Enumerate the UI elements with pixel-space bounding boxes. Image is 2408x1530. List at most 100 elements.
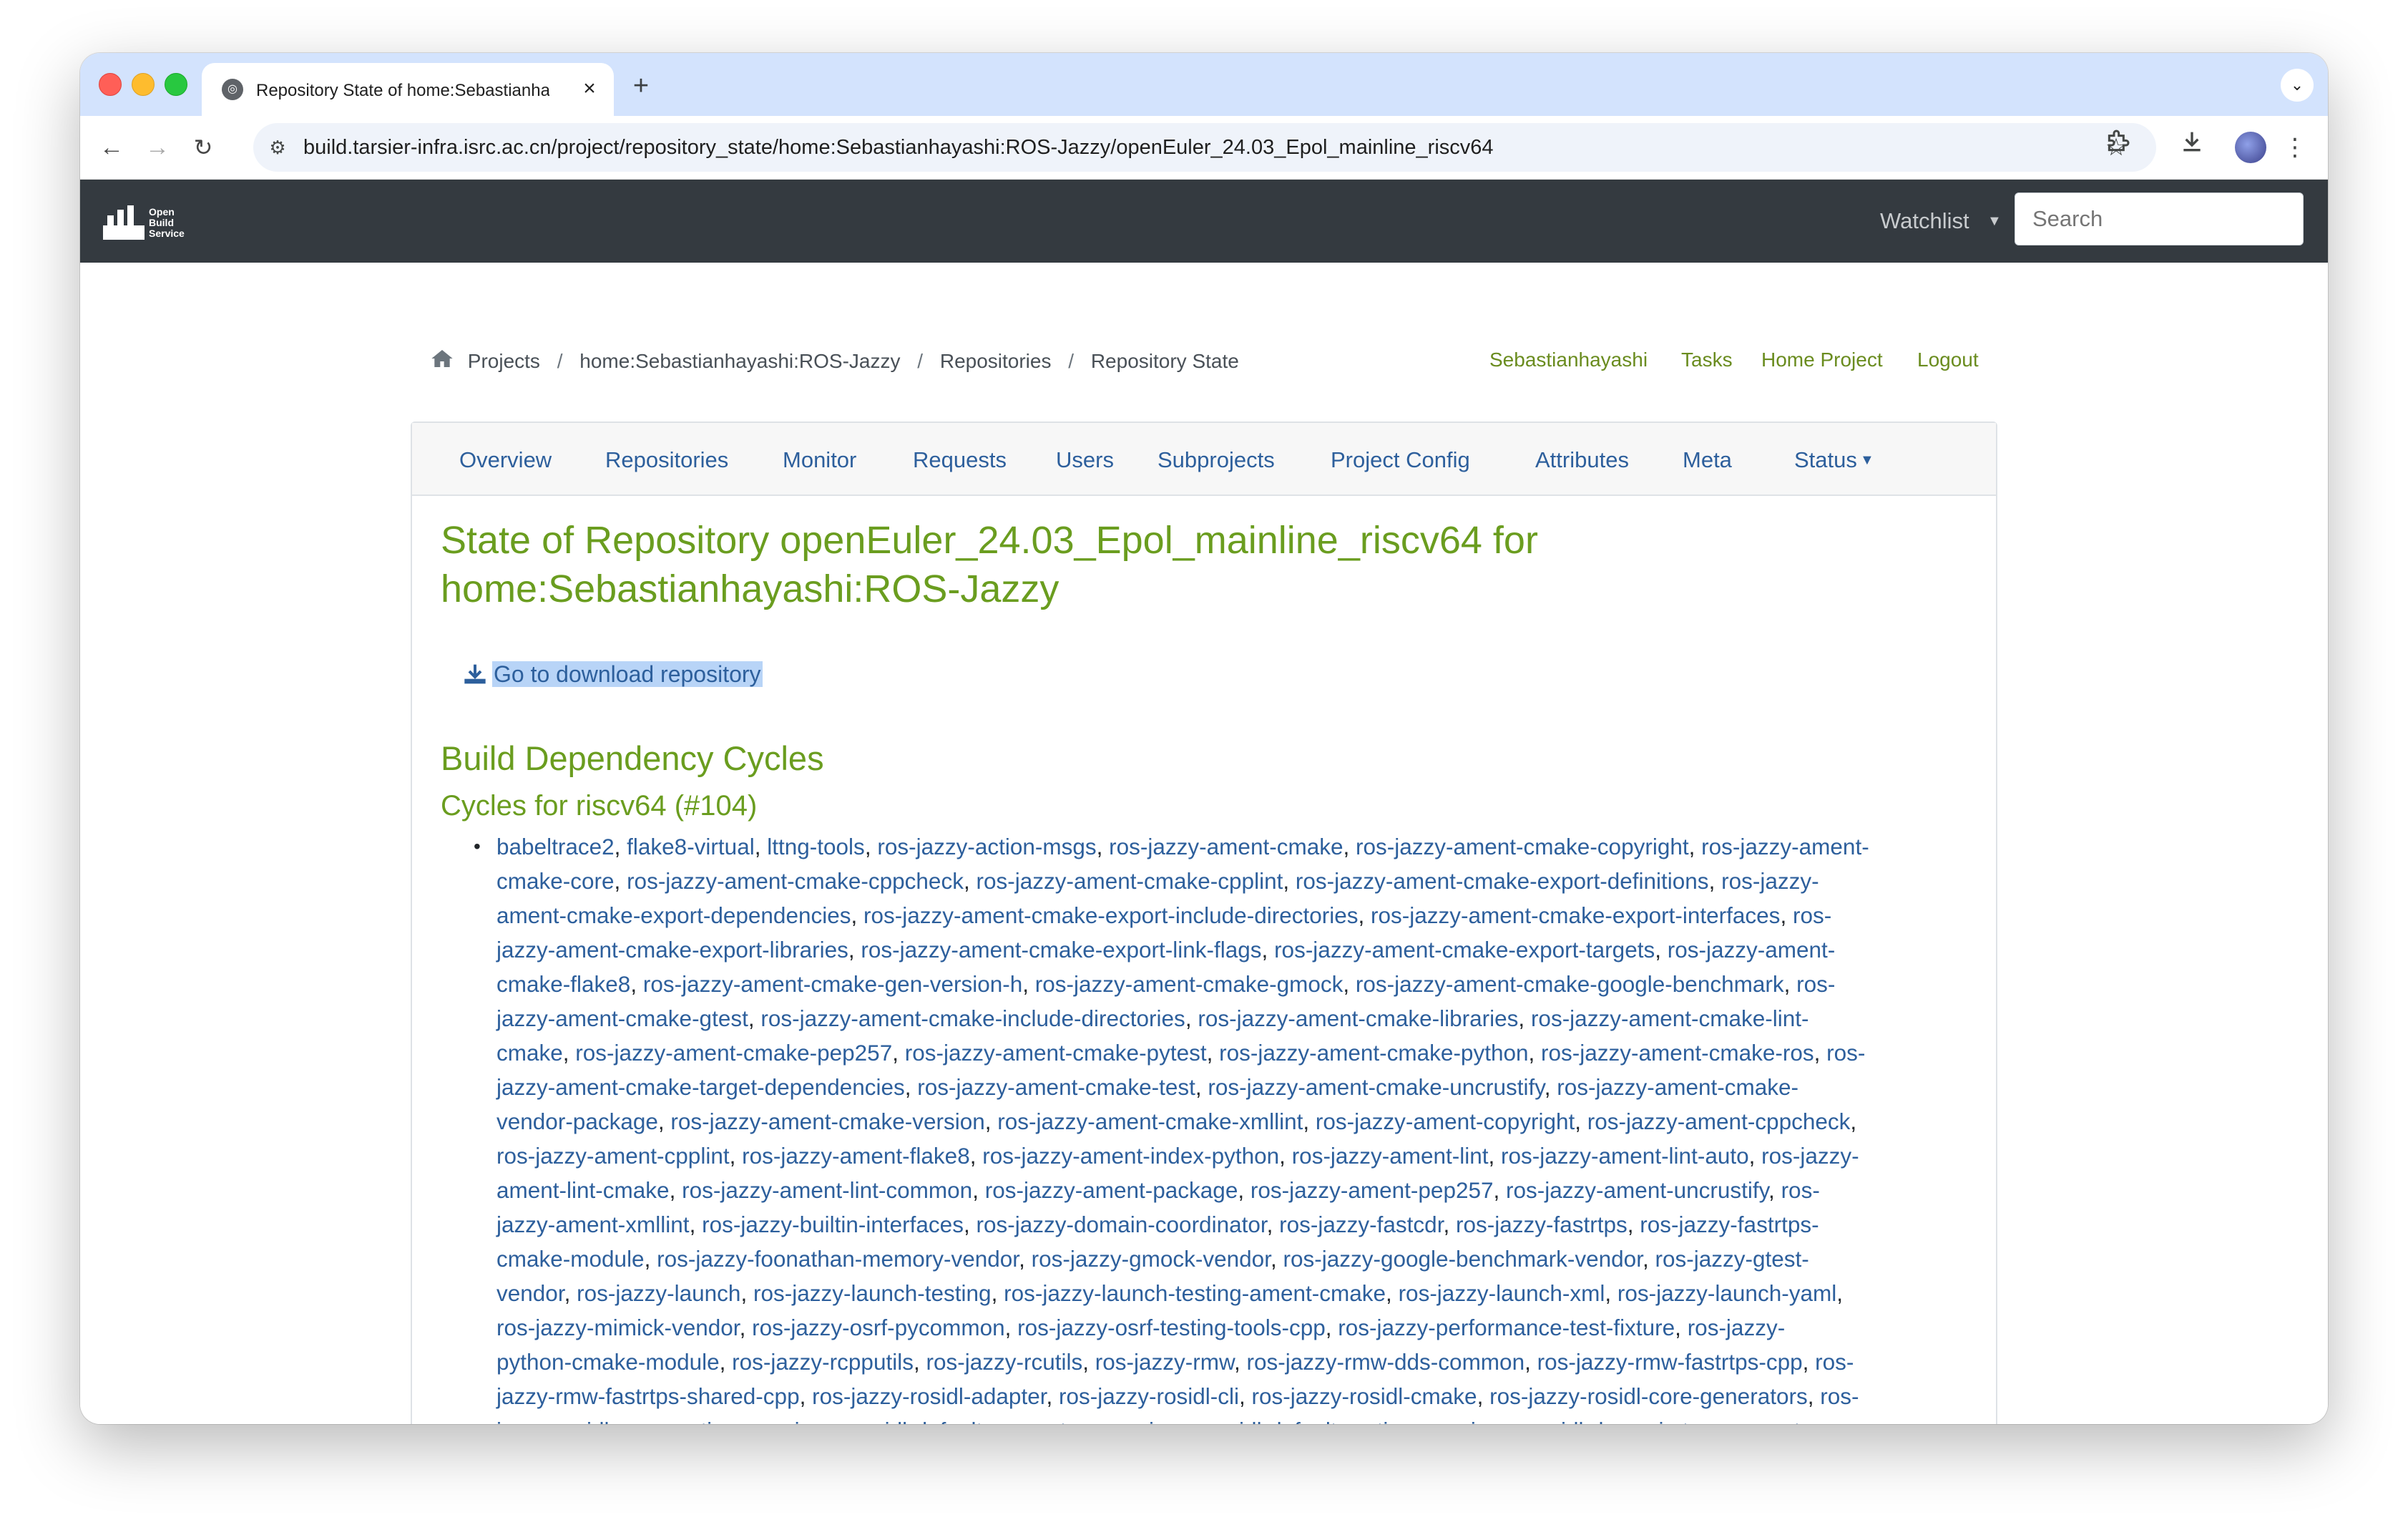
package-link[interactable]: ros-jazzy-fastrtps- [1640,1212,1819,1237]
package-link[interactable]: ros-jazzy-ament-cmake-export-link-flags [861,937,1261,963]
package-link[interactable]: ros-jazzy-rosidl-default-runtime [1110,1418,1419,1424]
package-link[interactable]: ros-jazzy-ament-cmake-google-benchmark [1356,971,1784,997]
package-link[interactable]: ament-lint-cmake [496,1177,670,1203]
package-link[interactable]: ros-jazzy-ament-uncrustify [1506,1177,1768,1203]
package-link[interactable]: ros-jazzy-ament-cmake-version [670,1108,984,1134]
package-link[interactable]: ros-jazzy-ament-lint [1292,1143,1489,1169]
package-link[interactable]: ros-jazzy-launch-xml [1399,1280,1605,1306]
package-link[interactable]: cmake-core [496,868,615,894]
tab-attributes[interactable]: Attributes [1535,443,1629,477]
package-link[interactable]: ros-jazzy-ament-index-python [982,1143,1279,1169]
package-link[interactable]: ros-jazzy-ament-cmake-include-directorie… [760,1005,1185,1031]
package-link[interactable]: cmake-module [496,1246,645,1272]
tab-search-chevron-icon[interactable]: ⌄ [2281,69,2314,102]
package-link[interactable]: python-cmake-module [496,1349,720,1375]
package-link[interactable]: ros-jazzy- [1688,1315,1786,1340]
package-link[interactable]: ros-jazzy-ament-lint-common [682,1177,972,1203]
package-link[interactable]: ros- [1826,1040,1865,1066]
obs-logo[interactable]: Open Build Service [103,203,203,243]
package-link[interactable]: ros-jazzy- [1721,868,1819,894]
package-link[interactable]: ros- [1781,1177,1820,1203]
package-link[interactable]: ros-jazzy-ament-cmake-export-definitions [1296,868,1709,894]
more-tabs-caret-icon[interactable]: ▼ [1860,443,1874,477]
package-link[interactable]: ros-jazzy-ament-cppcheck [1587,1108,1851,1134]
package-link[interactable]: ros-jazzy-rosidl-core-generators [1489,1383,1808,1409]
package-link[interactable]: ros-jazzy-google-benchmark-vendor [1283,1246,1642,1272]
more-menu-icon[interactable]: ⋮ [2278,130,2312,165]
package-link[interactable]: ros-jazzy-ament-cmake-lint- [1531,1005,1809,1031]
package-link[interactable]: ros-jazzy-rosidl-cli [1059,1383,1239,1409]
package-link[interactable]: ros-jazzy-gmock-vendor [1032,1246,1271,1272]
profile-avatar-icon[interactable] [2235,132,2266,163]
tab-requests[interactable]: Requests [913,443,1007,477]
site-settings-icon[interactable]: ⚙ [265,135,290,160]
package-link[interactable]: ros-jazzy-rosidl-default-generators [755,1418,1097,1424]
package-link[interactable]: ros-jazzy-fastcdr [1279,1212,1443,1237]
package-link[interactable]: ros-jazzy-rmw [1095,1349,1234,1375]
package-link[interactable]: ros-jazzy-ament-cmake-libraries [1198,1005,1518,1031]
package-link[interactable]: ros-jazzy-rmw-fastrtps-cpp [1537,1349,1803,1375]
package-link[interactable]: ros- [1815,1349,1854,1375]
user-link-profile[interactable]: Sebastianhayashi [1489,349,1648,377]
tab-monitor[interactable]: Monitor [783,443,856,477]
package-link[interactable]: ros-jazzy-launch-yaml [1617,1280,1836,1306]
package-link[interactable]: ros- [1796,971,1835,997]
reload-icon[interactable]: ↻ [187,132,219,163]
package-link[interactable]: ros-jazzy-fastrtps [1456,1212,1628,1237]
package-link[interactable]: ros- [1793,902,1831,928]
minimize-window-button[interactable] [132,73,155,96]
package-link[interactable]: ros-jazzy-action-msgs [877,834,1096,859]
package-link[interactable]: ros-jazzy-rcutils [926,1349,1083,1375]
download-link-text[interactable]: Go to download repository [492,661,763,687]
package-link[interactable]: ros-jazzy-ament-flake8 [742,1143,970,1169]
package-link[interactable]: ros-jazzy-ament-cpplint [496,1143,730,1169]
package-link[interactable]: ros-jazzy-ament-cmake-cpplint [976,868,1283,894]
package-link[interactable]: ros-jazzy-foonathan-memory-vendor [657,1246,1019,1272]
tab-repositories[interactable]: Repositories [605,443,728,477]
package-link[interactable]: ros-jazzy-ament-cmake-export-interfaces [1371,902,1780,928]
package-link[interactable]: ros- [1820,1383,1859,1409]
package-link[interactable]: ros-jazzy-rosidl-dynamic-typesupport [1432,1418,1801,1424]
package-link[interactable]: jazzy-ament-cmake-gtest [496,1005,748,1031]
package-link[interactable]: ros-jazzy-ament-cmake-export-include-dir… [863,902,1358,928]
package-link[interactable]: ros-jazzy-ament- [1668,937,1836,963]
package-link[interactable]: jazzy-ament-xmllint [496,1212,690,1237]
package-link[interactable]: ros-jazzy-rcpputils [732,1349,914,1375]
package-link[interactable]: ros-jazzy-performance-test-fixture [1338,1315,1675,1340]
breadcrumb-projects[interactable]: Projects [468,350,540,373]
new-tab-button[interactable]: + [627,72,655,100]
package-link[interactable]: jazzy-ament-cmake-export-libraries [496,937,848,963]
tab-users[interactable]: Users [1056,443,1114,477]
package-link[interactable]: ros-jazzy-ament-cmake-test [917,1074,1195,1100]
package-link[interactable]: ros-jazzy-ament- [1701,834,1869,859]
package-link[interactable]: ros-jazzy-rosidl-adapter [812,1383,1046,1409]
package-link[interactable]: ros-jazzy- [1761,1143,1859,1169]
package-link[interactable]: ros-jazzy-ament-cmake-gen-version-h [643,971,1022,997]
package-link[interactable]: ros-jazzy-ament-cmake-export-targets [1274,937,1655,963]
maximize-window-button[interactable] [165,73,187,96]
package-link[interactable]: vendor [496,1280,564,1306]
package-link[interactable]: ros-jazzy-launch-testing-ament-cmake [1004,1280,1386,1306]
package-link[interactable]: ros-jazzy-domain-coordinator [976,1212,1266,1237]
breadcrumb-project[interactable]: home:Sebastianhayashi:ROS-Jazzy [579,350,900,373]
package-link[interactable]: ros-jazzy-ament-pep257 [1251,1177,1494,1203]
package-link[interactable]: ros-jazzy-ament-copyright [1316,1108,1575,1134]
package-link[interactable]: cmake [496,1040,563,1066]
package-link[interactable]: ros-jazzy-rosidl-cmake [1252,1383,1477,1409]
package-link[interactable]: ros-jazzy-ament-lint-auto [1501,1143,1749,1169]
package-link[interactable]: ros-jazzy-ament-cmake-python [1219,1040,1528,1066]
package-link[interactable]: ros-jazzy-launch [577,1280,740,1306]
tab-close-icon[interactable]: × [577,76,602,102]
breadcrumb-repositories[interactable]: Repositories [940,350,1052,373]
back-arrow-icon[interactable]: ← [96,132,127,163]
tab-project-config[interactable]: Project Config [1331,443,1470,477]
package-link[interactable]: ros-jazzy-ament-package [985,1177,1238,1203]
package-link[interactable]: ros-jazzy-ament-cmake-xmllint [997,1108,1303,1134]
package-link[interactable]: ros-jazzy-osrf-testing-tools-cpp [1017,1315,1326,1340]
package-link[interactable]: flake8-virtual [627,834,755,859]
package-link[interactable]: jazzy-ament-cmake-target-dependencies [496,1074,905,1100]
tab-subprojects[interactable]: Subprojects [1157,443,1275,477]
extensions-puzzle-icon[interactable] [2100,127,2135,162]
download-repository-link[interactable]: Go to download repository [464,658,763,691]
package-link[interactable]: babeltrace2 [496,834,615,859]
